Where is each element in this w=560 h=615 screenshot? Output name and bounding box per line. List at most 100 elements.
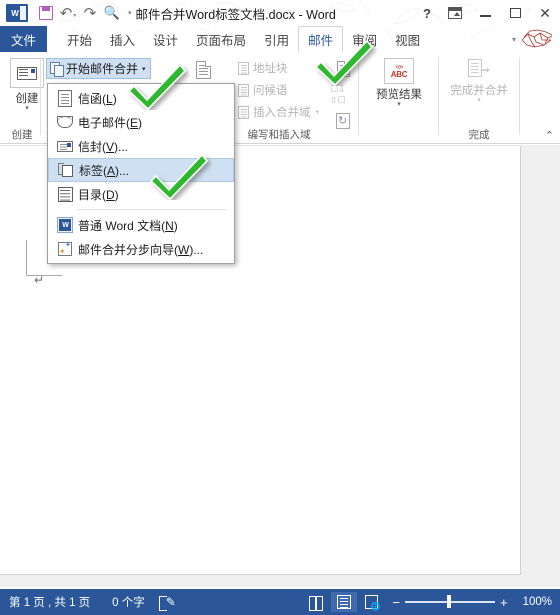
preview-results-label: 预览结果 bbox=[376, 89, 422, 101]
menu-item-envelopes[interactable]: 信封(V)... bbox=[48, 134, 234, 158]
finish-and-merge-icon: ➞ bbox=[468, 58, 490, 80]
window-title: 邮件合并Word标签文档.docx - Word bbox=[135, 7, 336, 22]
tab-view[interactable]: 视图 bbox=[386, 26, 429, 52]
create-chevron-down-icon[interactable]: ▾ bbox=[25, 105, 29, 112]
create-button[interactable]: 创建 ▾ bbox=[4, 58, 50, 112]
finish-and-merge-chevron-down-icon: ▾ bbox=[477, 97, 481, 104]
quick-access-toolbar: W ↶ ▾ ↷ 🔍 ▾ 邮件合并Word标签文档.docx - Word bbox=[0, 0, 336, 26]
greeting-line-label: 问候语 bbox=[253, 85, 288, 97]
more-tabs-icon[interactable]: ▾ bbox=[512, 35, 516, 44]
save-icon[interactable] bbox=[35, 2, 57, 24]
undo-icon[interactable]: ↶ ▾ bbox=[57, 2, 79, 24]
zoom-in-button[interactable]: + bbox=[500, 596, 508, 609]
menu-item-directory[interactable]: 目录(D) bbox=[48, 182, 234, 206]
start-mail-merge-icon bbox=[50, 62, 64, 77]
select-recipients-icon[interactable] bbox=[190, 57, 216, 83]
address-block-item[interactable]: 地址块 bbox=[238, 60, 288, 76]
tab-home[interactable]: 开始 bbox=[58, 26, 101, 52]
menu-item-email-messages-label: 电子邮件(E) bbox=[78, 115, 143, 130]
redo-icon[interactable]: ↷ bbox=[79, 2, 101, 24]
tab-file[interactable]: 文件 bbox=[0, 26, 47, 52]
finish-and-merge-button[interactable]: ➞ 完成并合并 ▾ bbox=[447, 58, 511, 104]
ribbon-tabs: 开始 插入 设计 页面布局 引用 邮件 审阅 视图 bbox=[58, 26, 429, 52]
chevron-down-icon: ▾ bbox=[142, 65, 146, 73]
letter-icon bbox=[54, 89, 76, 107]
tab-insert[interactable]: 插入 bbox=[101, 26, 144, 52]
mail-merge-wizard-icon: ✦ ✦ bbox=[58, 242, 72, 256]
menu-item-step-by-step-wizard[interactable]: ✦ ✦ 邮件合并分步向导(W)... bbox=[48, 237, 234, 261]
tab-references[interactable]: 引用 bbox=[255, 26, 298, 52]
zoom-out-button[interactable]: − bbox=[392, 596, 400, 609]
view-read-mode-button[interactable] bbox=[303, 592, 329, 612]
print-preview-icon[interactable]: 🔍 bbox=[101, 2, 123, 24]
ribbon-display-options-icon[interactable] bbox=[440, 0, 470, 26]
menu-item-normal-word-document[interactable]: W 普通 Word 文档(N) bbox=[48, 213, 234, 237]
ribbon-tab-bar: 文件 开始 插入 设计 页面布局 引用 邮件 审阅 视图 ▾ bbox=[0, 26, 560, 52]
maximize-button[interactable] bbox=[500, 0, 530, 26]
view-print-layout-button[interactable] bbox=[331, 592, 358, 612]
word-window: W ↶▾ ↷ 🔍 ▾ 邮件合并Word标签文档.docx - Word ? ✕ bbox=[0, 0, 560, 615]
group-divider bbox=[40, 57, 41, 135]
envelope-icon bbox=[54, 140, 76, 152]
abc-text: ABC bbox=[390, 70, 408, 79]
title-bar: W ↶ ▾ ↷ 🔍 ▾ 邮件合并Word标签文档.docx - Word ? ✕ bbox=[0, 0, 560, 26]
customize-quick-access-icon[interactable]: ▾ bbox=[128, 9, 132, 17]
word-logo-icon: W bbox=[6, 4, 28, 22]
start-mail-merge-menu: 信函(L) 电子邮件(E) 信封(V)... 标签(A)... 目录(D) W … bbox=[47, 83, 235, 264]
highlight-merge-fields-icon[interactable] bbox=[330, 56, 356, 82]
email-icon bbox=[54, 116, 76, 128]
menu-item-step-by-step-wizard-label: 邮件合并分步向导(W)... bbox=[78, 242, 204, 257]
greeting-line-item[interactable]: 问候语 bbox=[238, 82, 288, 98]
word-document-icon: W bbox=[54, 217, 76, 233]
collapse-ribbon-icon[interactable]: ⌃ bbox=[545, 129, 554, 142]
preview-results-button[interactable]: «» ABC 预览结果 ▾ bbox=[370, 58, 428, 108]
create-button-label: 创建 bbox=[15, 93, 39, 105]
address-block-label: 地址块 bbox=[253, 63, 288, 75]
address-block-icon bbox=[238, 61, 249, 75]
tab-mailings[interactable]: 邮件 bbox=[298, 26, 344, 52]
minimize-button[interactable] bbox=[470, 0, 500, 26]
start-mail-merge-button[interactable]: 开始邮件合并 ▾ bbox=[46, 58, 151, 79]
tab-page-layout[interactable]: 页面布局 bbox=[187, 26, 255, 52]
vertical-scrollbar[interactable] bbox=[547, 145, 560, 587]
tab-review[interactable]: 审阅 bbox=[343, 26, 386, 52]
insert-merge-field-chevron-down-icon[interactable]: ▾ bbox=[316, 108, 320, 116]
paragraph-mark: ↵ bbox=[34, 273, 45, 287]
group-divider-2 bbox=[358, 57, 359, 135]
window-controls: ? ✕ bbox=[414, 0, 560, 26]
group-divider-4 bbox=[519, 57, 520, 135]
insert-merge-field-icon bbox=[238, 105, 249, 119]
zoom-slider-thumb[interactable] bbox=[446, 595, 451, 609]
status-bar: 第 1 页 , 共 1 页 0 个字 − + 100% bbox=[0, 589, 560, 615]
menu-item-letters-label: 信函(L) bbox=[78, 91, 117, 106]
menu-item-letters[interactable]: 信函(L) bbox=[48, 86, 234, 110]
proofing-icon[interactable] bbox=[158, 595, 176, 611]
help-button[interactable]: ? bbox=[414, 0, 440, 26]
match-fields-icon[interactable]: ☐⇩ ⇧☐ bbox=[330, 84, 346, 106]
greeting-line-icon bbox=[238, 83, 249, 97]
group-label-finish: 完成 bbox=[468, 129, 490, 141]
menu-item-normal-word-document-label: 普通 Word 文档(N) bbox=[78, 218, 178, 233]
preview-results-chevron-down-icon[interactable]: ▾ bbox=[397, 101, 401, 108]
view-web-layout-button[interactable] bbox=[359, 592, 385, 612]
preview-results-abc-icon: «» ABC bbox=[384, 58, 414, 84]
insert-merge-field-item[interactable]: 插入合并域 ▾ bbox=[238, 104, 319, 120]
menu-item-directory-label: 目录(D) bbox=[78, 187, 119, 202]
menu-item-labels-label: 标签(A)... bbox=[79, 163, 130, 178]
handshake-logo-icon bbox=[521, 29, 553, 48]
group-divider-3 bbox=[438, 57, 439, 135]
abc-chevrons: «» bbox=[395, 62, 404, 71]
status-bar-right: − + 100% bbox=[303, 592, 560, 612]
menu-item-labels[interactable]: 标签(A)... bbox=[48, 158, 234, 182]
menu-separator bbox=[78, 209, 226, 210]
zoom-slider[interactable] bbox=[404, 595, 495, 609]
tab-design[interactable]: 设计 bbox=[144, 26, 187, 52]
menu-item-envelopes-label: 信封(V)... bbox=[78, 139, 129, 154]
close-button[interactable]: ✕ bbox=[530, 0, 560, 26]
page-number-status[interactable]: 第 1 页 , 共 1 页 bbox=[9, 594, 90, 610]
directory-icon bbox=[54, 186, 76, 202]
word-count-status[interactable]: 0 个字 bbox=[112, 594, 145, 610]
finish-and-merge-label: 完成并合并 bbox=[450, 85, 508, 97]
zoom-level-label[interactable]: 100% bbox=[523, 596, 552, 608]
menu-item-email-messages[interactable]: 电子邮件(E) bbox=[48, 110, 234, 134]
